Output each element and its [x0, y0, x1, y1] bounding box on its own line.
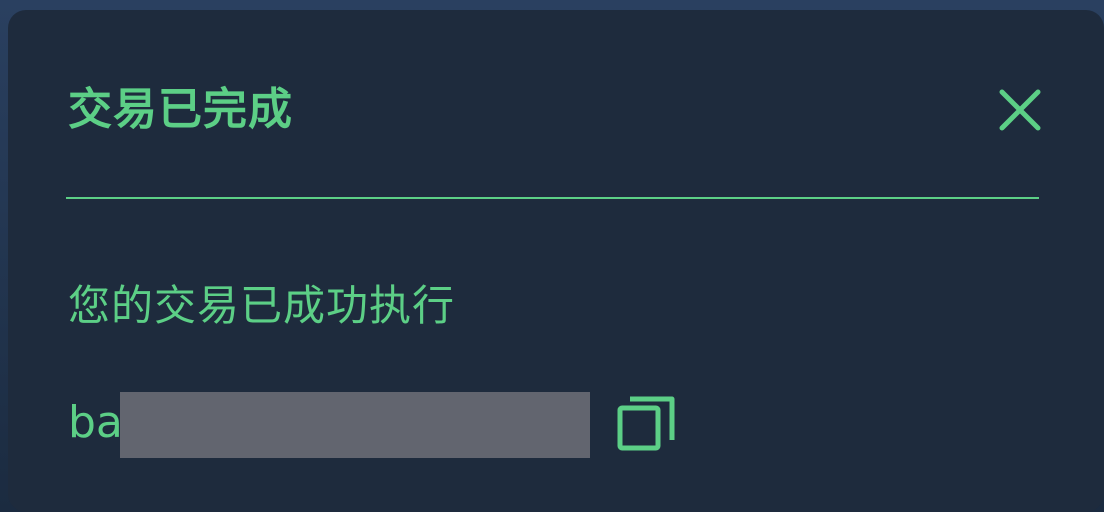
close-icon	[999, 89, 1041, 131]
header-divider	[66, 197, 1039, 199]
toast-header: 交易已完成	[68, 70, 1048, 160]
toast-title: 交易已完成	[68, 84, 293, 135]
close-button[interactable]	[992, 82, 1048, 138]
transaction-hash-prefix: ba	[68, 397, 123, 448]
copy-hash-button[interactable]	[612, 388, 682, 458]
toast-message: 您的交易已成功执行	[68, 281, 456, 330]
screen-background: 交易已完成 您的交易已成功执行 ba	[0, 0, 1104, 512]
copy-icon	[617, 396, 675, 451]
redacted-transaction-hash	[120, 392, 590, 458]
transaction-hash-row: ba	[68, 378, 675, 468]
